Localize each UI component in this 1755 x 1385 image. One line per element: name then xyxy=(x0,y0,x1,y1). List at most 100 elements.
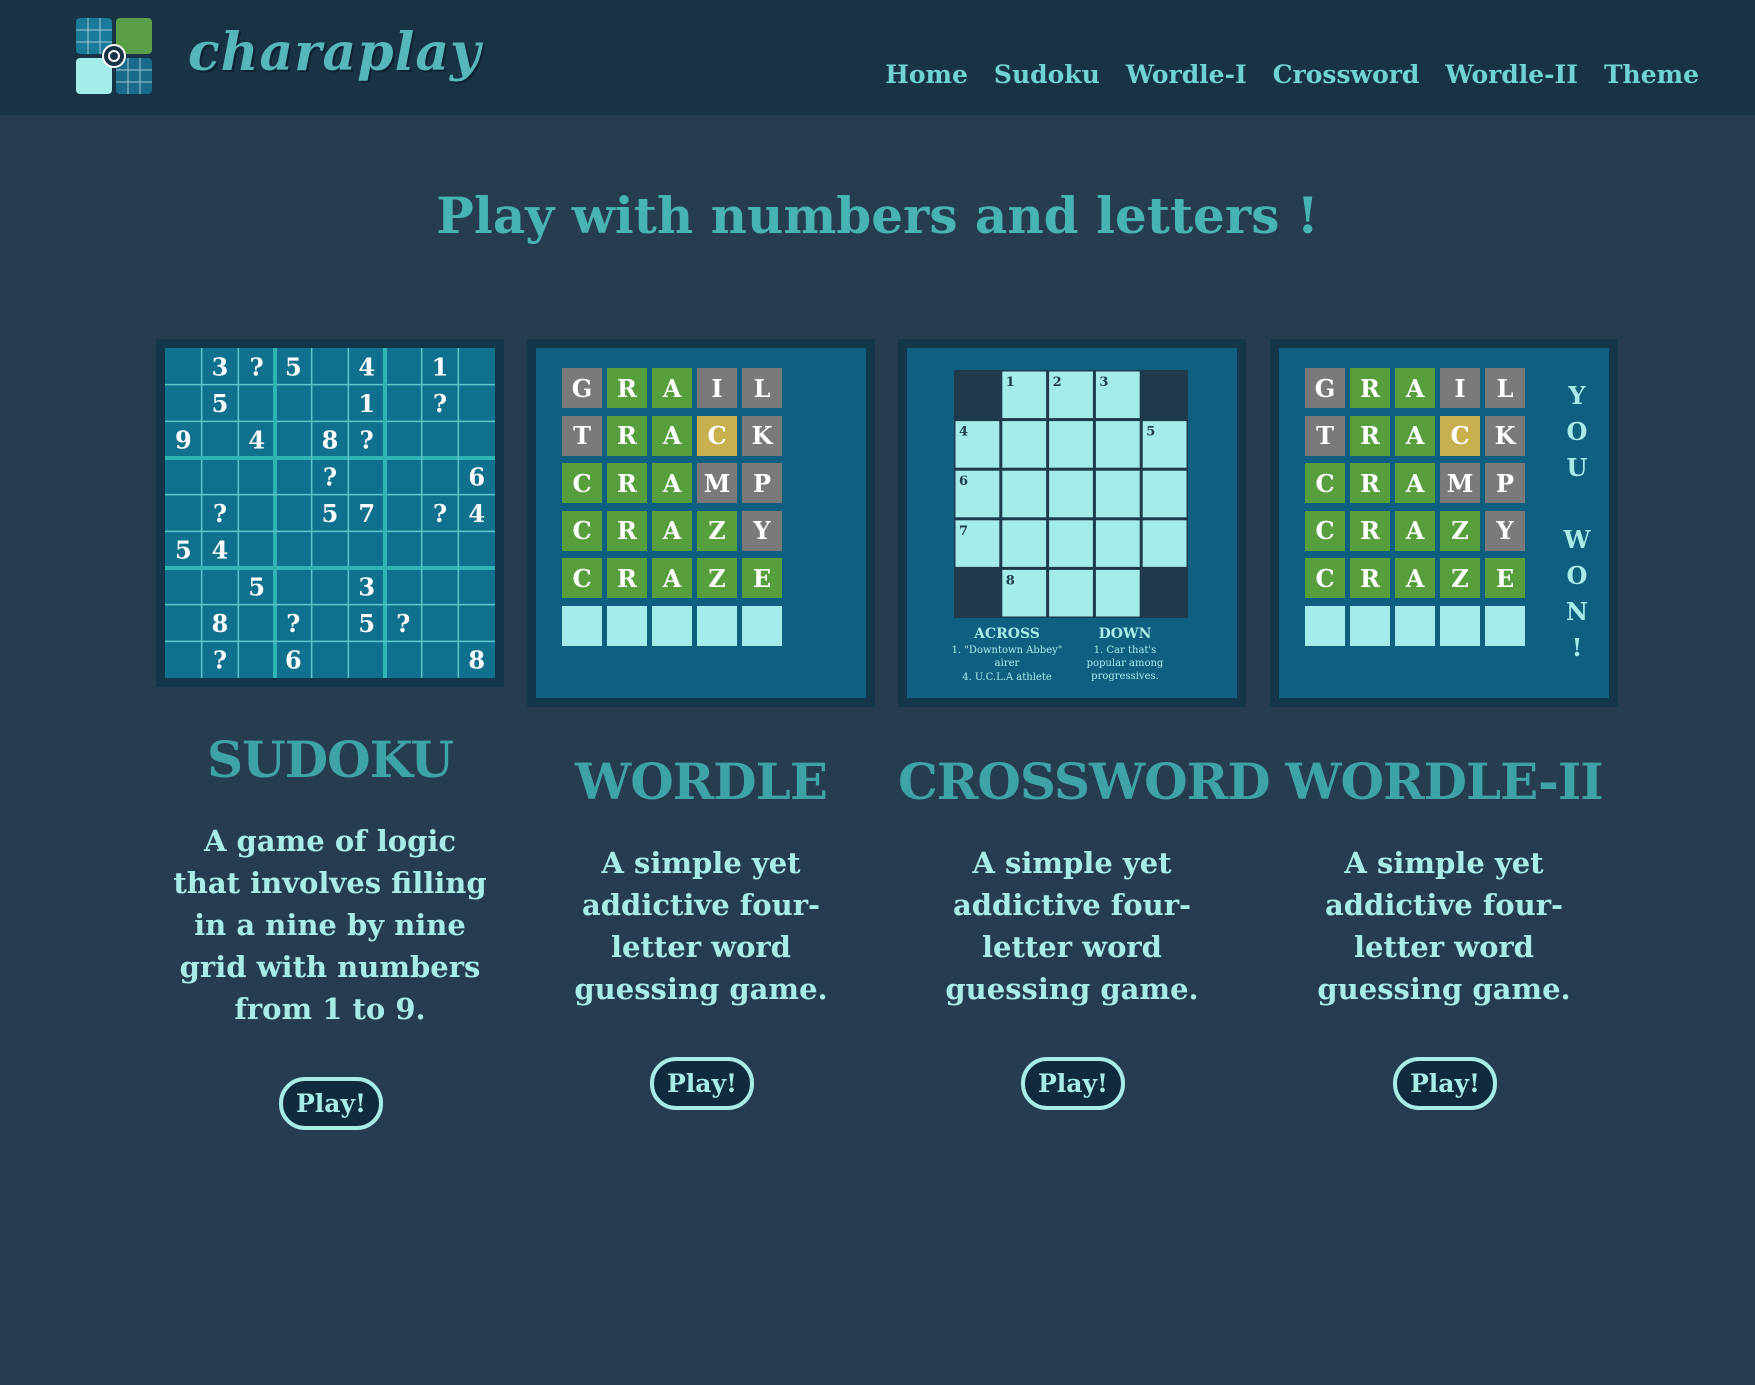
wordle-letter-tile: R xyxy=(1350,463,1390,503)
charaplay-logo-icon[interactable] xyxy=(76,18,152,98)
nav-crossword[interactable]: Crossword xyxy=(1273,60,1420,89)
wordle-letter-tile: R xyxy=(1350,558,1390,598)
sudoku-cell-value: 4 xyxy=(212,536,229,565)
sudoku-cell-value: 3 xyxy=(358,572,375,601)
play-sudoku-button[interactable]: Play! xyxy=(279,1077,383,1130)
wordle-letter-tile: L xyxy=(742,368,782,408)
wordle-letter-tile: A xyxy=(1395,415,1435,456)
nav-sudoku[interactable]: Sudoku xyxy=(994,60,1100,89)
sudoku-cell-value: ? xyxy=(213,499,227,528)
crossword-cell-number: 8 xyxy=(1006,573,1015,588)
wordle-letter-tile: C xyxy=(697,415,737,456)
won-letter: ! xyxy=(1571,633,1583,662)
wordle-empty-tile xyxy=(562,605,602,646)
sudoku-thumbnail[interactable]: 3? 5 4 1 5 1? 9 4 8?? 6? 5 7? 4 5 4 5 3 8? 5?? 6 8 xyxy=(156,339,504,687)
sudoku-cell-value: 4 xyxy=(468,499,485,528)
nav-wordle-2[interactable]: Wordle-II xyxy=(1445,60,1578,89)
sudoku-cell-value: 8 xyxy=(322,426,339,455)
brand-name[interactable]: charaplay xyxy=(188,22,481,83)
sudoku-cell-value: 5 xyxy=(322,499,339,528)
wordle-letter-tile: R xyxy=(607,463,647,503)
crossword-cell xyxy=(1094,519,1141,568)
crossword-cell xyxy=(1141,519,1188,568)
wordle-letter-tile: M xyxy=(1440,463,1480,503)
wordle-letter-tile: K xyxy=(1485,415,1525,456)
sudoku-cell-value: 5 xyxy=(212,389,229,418)
sudoku-cell-value: ? xyxy=(286,609,300,638)
sudoku-cell-value: 8 xyxy=(212,609,229,638)
wordle-letter-tile: E xyxy=(1485,558,1525,598)
wordle-letter-tile: C xyxy=(562,463,602,503)
you-won-text: YOU W O N! xyxy=(1562,378,1592,666)
won-letter: Y xyxy=(1568,381,1586,410)
crossword-cell-number: 5 xyxy=(1146,425,1155,440)
sudoku-cell-value: 4 xyxy=(358,352,375,381)
wordle-letter-tile: A xyxy=(1395,558,1435,598)
crossword-grid: 1 2 3 4 5 6 7 8 xyxy=(954,370,1188,618)
wordle-letter-tile: L xyxy=(1485,368,1525,408)
across-clue-2: 4. U.C.L.A athlete xyxy=(962,672,1052,683)
wordle-letter-tile: C xyxy=(1305,463,1345,503)
sudoku-cell-value: 8 xyxy=(468,646,485,675)
wordle-letter-tile: A xyxy=(1395,463,1435,503)
crossword-thumbnail[interactable]: 1 2 3 4 5 6 7 8 ACROSS DOWN 1. "Downtown Abbey"… xyxy=(898,339,1246,707)
wordle-empty-tile xyxy=(652,605,692,646)
sudoku-cell-value: ? xyxy=(250,352,264,381)
wordle-empty-tile xyxy=(1485,605,1525,646)
won-letter xyxy=(1562,486,1592,522)
wordle-letter-tile: Y xyxy=(742,510,782,551)
play-wordle-button[interactable]: Play! xyxy=(650,1057,754,1110)
wordle-letter-tile: Z xyxy=(1440,510,1480,551)
crossword-cell-number: 2 xyxy=(1053,375,1062,390)
card-description-wordle-2: A simple yet addictive four-letter word … xyxy=(1317,846,1571,1006)
crossword-cell xyxy=(1094,469,1141,519)
wordle-letter-tile: K xyxy=(742,415,782,456)
across-clue-1: 1. "Downtown Abbey" airer xyxy=(951,645,1063,669)
sudoku-cell-value: ? xyxy=(323,462,337,491)
wordle-2-thumbnail[interactable]: YOU W O N! GRAILTRACKCRAMPCRAZYCRAZE xyxy=(1270,339,1618,707)
wordle-letter-tile: C xyxy=(562,558,602,598)
sudoku-cell-value: 5 xyxy=(248,572,265,601)
crossword-cell xyxy=(1048,568,1094,618)
page-headline: Play with numbers and letters ! xyxy=(436,186,1319,245)
card-title-wordle: WORDLE xyxy=(575,752,828,811)
nav-theme[interactable]: Theme xyxy=(1604,60,1699,89)
crossword-cell xyxy=(1001,469,1048,519)
won-letter: N xyxy=(1566,597,1588,626)
wordle-letter-tile: A xyxy=(1395,510,1435,551)
card-description-wordle: A simple yet addictive four-letter word … xyxy=(574,846,828,1006)
sudoku-grid: 3? 5 4 15 1 ?9 4 8?? 6? 5 7? 45 45 38? 5?? 6 8 xyxy=(165,348,495,678)
sudoku-cell-value: 1 xyxy=(358,389,375,418)
crossword-cell xyxy=(1048,420,1094,469)
play-crossword-button[interactable]: Play! xyxy=(1021,1057,1125,1110)
wordle-letter-tile: E xyxy=(742,558,782,598)
sudoku-cell-value: 6 xyxy=(285,646,302,675)
wordle-letter-tile: R xyxy=(1350,368,1390,408)
nav-home[interactable]: Home xyxy=(885,60,968,89)
crossword-cell-number: 3 xyxy=(1099,375,1108,390)
card-title-wordle-2: WORDLE-II xyxy=(1285,752,1603,811)
wordle-letter-tile: P xyxy=(1485,463,1525,503)
card-title-sudoku: SUDOKU xyxy=(207,730,454,789)
wordle-thumbnail[interactable]: GRAILTRACKCRAMPCRAZYCRAZE xyxy=(527,339,875,707)
card-title-crossword: CROSSWORD xyxy=(898,752,1271,811)
sudoku-cell-value: 5 xyxy=(358,609,375,638)
won-letter: O xyxy=(1566,561,1588,590)
wordle-letter-tile: I xyxy=(1440,368,1480,408)
wordle-empty-tile xyxy=(1440,605,1480,646)
wordle-letter-tile: Z xyxy=(1440,558,1480,598)
sudoku-cell-value: 4 xyxy=(248,426,265,455)
wordle-2-board: YOU W O N! GRAILTRACKCRAMPCRAZYCRAZE xyxy=(1279,348,1609,698)
sudoku-cell-value: ? xyxy=(396,609,410,638)
wordle-empty-tile xyxy=(742,605,782,646)
wordle-letter-tile: R xyxy=(607,368,647,408)
wordle-letter-tile: M xyxy=(697,463,737,503)
crossword-cell xyxy=(1001,420,1048,469)
play-wordle-2-button[interactable]: Play! xyxy=(1393,1057,1497,1110)
card-description-crossword: A simple yet addictive four-letter word … xyxy=(945,846,1199,1006)
wordle-letter-tile: C xyxy=(1440,415,1480,456)
crossword-cell xyxy=(1001,519,1048,568)
wordle-empty-tile xyxy=(1305,605,1345,646)
nav-wordle-1[interactable]: Wordle-I xyxy=(1126,60,1247,89)
across-heading: ACROSS xyxy=(974,626,1040,642)
